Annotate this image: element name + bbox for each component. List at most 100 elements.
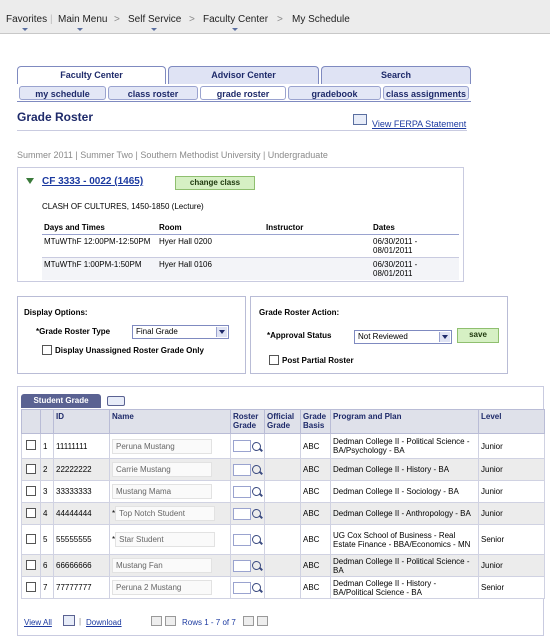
meeting-dates: 06/30/2011 - 08/01/2011: [373, 237, 418, 255]
program-plan: Dedman College II - Sociology - BA: [330, 480, 479, 503]
header-official-grade: Official Grade: [264, 409, 301, 434]
student-grade-tab[interactable]: Student Grade: [21, 394, 101, 408]
roster-grade-input[interactable]: [233, 485, 251, 498]
breadcrumb-separator-icon: >: [189, 14, 195, 25]
nav-self-service[interactable]: Self Service: [128, 14, 181, 25]
student-id: 77777777: [53, 576, 110, 599]
header-name: Name: [109, 409, 231, 434]
header-days-times: Days and Times: [42, 221, 157, 235]
row-number: 3: [40, 480, 54, 503]
self-service-dropdown-icon: [151, 28, 157, 31]
nav-divider: |: [50, 14, 53, 25]
view-all-link[interactable]: View All: [24, 618, 52, 627]
tab-search[interactable]: Search: [321, 66, 471, 84]
meeting-days: MTuWThF 12:00PM-12:50PM: [44, 237, 151, 246]
lookup-magnifier-icon[interactable]: [252, 583, 261, 592]
student-level: Junior: [478, 502, 545, 525]
student-row: 1 11111111 Peruna Mustang ABC Dedman Col…: [21, 433, 545, 459]
roster-grade-input[interactable]: [233, 507, 251, 520]
student-row: 7 77777777 Peruna 2 Mustang ABC Dedman C…: [21, 576, 545, 599]
subtab-my-schedule[interactable]: my schedule: [19, 86, 106, 100]
first-page-icon[interactable]: [151, 616, 162, 626]
collapse-triangle-icon[interactable]: [26, 178, 34, 184]
change-class-button[interactable]: change class: [175, 176, 255, 190]
chevron-down-icon: [439, 332, 450, 342]
meeting-instructor: [264, 257, 371, 280]
row-select-checkbox[interactable]: [26, 581, 36, 592]
row-select-checkbox[interactable]: [26, 559, 36, 570]
subtab-class-assignments[interactable]: class assignments: [383, 86, 469, 100]
top-navigation: Favorites | Main Menu > Self Service > F…: [0, 0, 550, 34]
lookup-magnifier-icon[interactable]: [252, 487, 261, 496]
roster-type-value: Final Grade: [136, 327, 178, 336]
row-select-checkbox[interactable]: [26, 533, 36, 544]
unassigned-only-checkbox[interactable]: [42, 345, 52, 355]
header-grade-basis: Grade Basis: [300, 409, 331, 434]
lookup-magnifier-icon[interactable]: [252, 441, 261, 451]
tab-faculty-center[interactable]: Faculty Center: [17, 66, 166, 84]
row-select-checkbox[interactable]: [26, 507, 36, 518]
roster-grade-input[interactable]: [233, 581, 251, 594]
student-level: Junior: [478, 433, 545, 459]
approval-status-value: Not Reviewed: [358, 332, 408, 341]
row-select-checkbox[interactable]: [26, 440, 36, 450]
grade-basis: ABC: [300, 480, 331, 503]
row-select-checkbox[interactable]: [26, 485, 36, 496]
subtab-gradebook[interactable]: gradebook: [288, 86, 381, 100]
roster-grade-input[interactable]: [233, 463, 251, 476]
show-all-columns-icon[interactable]: [107, 396, 125, 406]
row-number: 4: [40, 502, 54, 525]
student-name: Star Student: [115, 532, 216, 547]
spreadsheet-icon[interactable]: [63, 615, 75, 626]
nav-favorites[interactable]: Favorites: [6, 14, 47, 25]
previous-page-icon[interactable]: [165, 616, 176, 626]
roster-grade-input[interactable]: [233, 559, 251, 572]
lookup-magnifier-icon[interactable]: [252, 561, 261, 570]
row-number: 5: [40, 524, 54, 555]
student-row: 5 55555555 * Star Student ABC UG Cox Scho…: [21, 524, 545, 555]
display-options-title: Display Options:: [24, 308, 88, 317]
roster-type-select[interactable]: Final Grade: [132, 325, 229, 339]
header-dates: Dates: [371, 221, 459, 235]
post-partial-checkbox[interactable]: [269, 355, 279, 365]
grade-basis: ABC: [300, 576, 331, 599]
ferpa-statement-link[interactable]: View FERPA Statement: [372, 119, 466, 129]
roster-grade-input[interactable]: [233, 533, 251, 546]
official-grade: [264, 433, 301, 459]
nav-faculty-center[interactable]: Faculty Center: [203, 14, 268, 25]
class-link[interactable]: CF 3333 - 0022 (1465): [42, 176, 143, 187]
nav-my-schedule[interactable]: My Schedule: [292, 14, 350, 25]
student-id: 44444444: [53, 502, 110, 525]
next-page-icon[interactable]: [243, 616, 254, 626]
tab-advisor-center[interactable]: Advisor Center: [168, 66, 319, 84]
nav-main-menu[interactable]: Main Menu: [58, 14, 107, 25]
roster-grade-input[interactable]: [233, 440, 251, 452]
program-plan: Dedman College II - History - BA: [330, 458, 479, 481]
student-row: 3 33333333 Mustang Mama ABC Dedman Colle…: [21, 480, 545, 503]
unassigned-only-label: Display Unassigned Roster Grade Only: [55, 346, 204, 355]
student-row: 4 44444444 * Top Notch Student ABC Dedman…: [21, 502, 545, 525]
last-page-icon[interactable]: [257, 616, 268, 626]
download-link[interactable]: Download: [86, 618, 122, 627]
official-grade: [264, 458, 301, 481]
printer-icon[interactable]: [353, 114, 367, 125]
student-grade-grid: Student Grade ID Name Roster Grade Offic…: [17, 386, 545, 636]
save-button[interactable]: save: [457, 328, 499, 343]
grade-basis: ABC: [300, 433, 331, 459]
student-name: Top Notch Student: [115, 506, 216, 521]
row-number: 2: [40, 458, 54, 481]
tab-divider: [17, 101, 471, 102]
subtab-class-roster[interactable]: class roster: [108, 86, 198, 100]
lookup-magnifier-icon[interactable]: [252, 509, 261, 518]
row-number: 6: [40, 554, 54, 577]
row-select-checkbox[interactable]: [26, 463, 36, 474]
student-row: 2 22222222 Carrie Mustang ABC Dedman Col…: [21, 458, 545, 481]
roster-type-label: *Grade Roster Type: [36, 327, 111, 336]
lookup-magnifier-icon[interactable]: [252, 535, 261, 544]
official-grade: [264, 480, 301, 503]
program-plan: UG Cox School of Business - Real Estate …: [330, 524, 479, 555]
student-level: Junior: [478, 480, 545, 503]
approval-status-select[interactable]: Not Reviewed: [354, 330, 452, 344]
subtab-grade-roster[interactable]: grade roster: [200, 86, 286, 100]
lookup-magnifier-icon[interactable]: [252, 465, 261, 474]
